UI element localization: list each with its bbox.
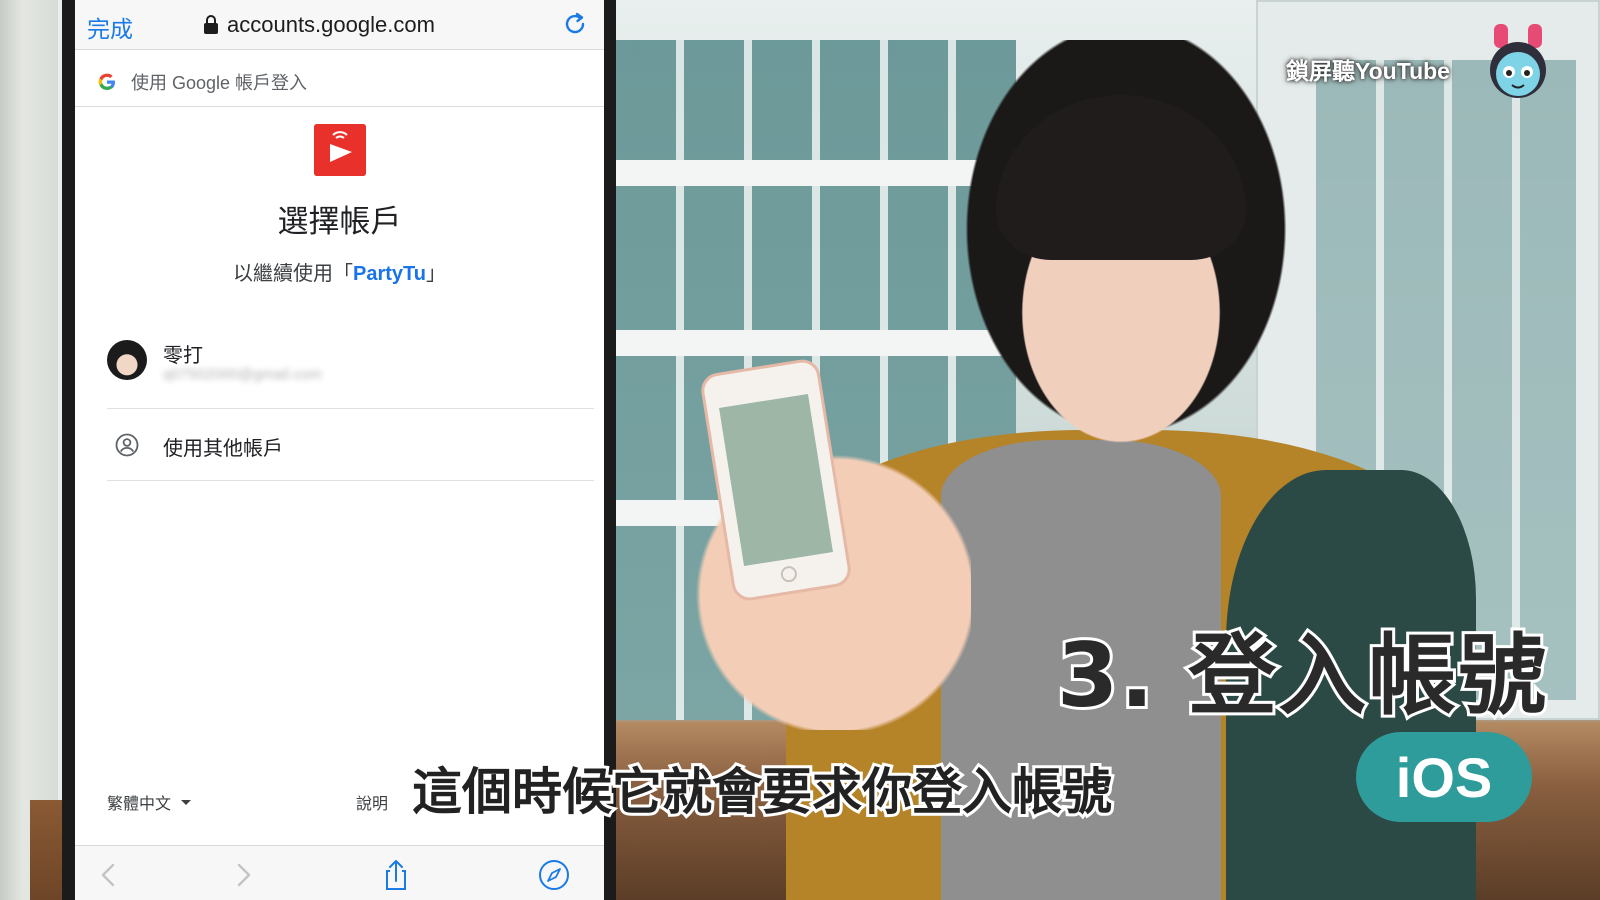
safari-address-bar: 完成 accounts.google.com [75, 0, 604, 50]
caption-subtitle: 這個時候它就會要求你登入帳號 [409, 760, 1115, 824]
window-post [0, 0, 58, 900]
reload-icon[interactable] [562, 11, 588, 37]
safari-toolbar [75, 845, 604, 900]
held-iphone-screen [719, 393, 833, 567]
channel-tag: 鎖屏聽YouTube [1286, 58, 1450, 84]
compass-icon[interactable] [538, 859, 570, 891]
url-field[interactable]: accounts.google.com [203, 10, 435, 40]
lock-icon [204, 15, 218, 34]
app-name-link[interactable]: PartyTu [353, 263, 426, 285]
person-circle-icon [115, 433, 139, 457]
avatar [107, 340, 147, 380]
home-button [779, 564, 799, 584]
continue-prefix: 以繼續使用「 [233, 263, 353, 285]
done-button[interactable]: 完成 [87, 10, 133, 44]
google-signin-header: 使用 Google 帳戶登入 [75, 57, 604, 107]
share-icon[interactable] [380, 859, 412, 891]
ios-badge: iOS [1356, 732, 1532, 822]
language-select[interactable]: 繁體中文 [107, 790, 192, 814]
step-title: 3. 登入帳號 [1054, 621, 1549, 730]
caret-down-icon [181, 799, 192, 805]
continue-suffix: 」 [425, 263, 446, 285]
continue-to-app-text: 以繼續使用「PartyTu」 [75, 257, 604, 286]
back-icon[interactable] [93, 859, 125, 891]
use-another-account-label: 使用其他帳戶 [163, 438, 283, 460]
choose-account-title: 選擇帳戶 [277, 204, 402, 239]
mascot-icon [1490, 24, 1546, 98]
language-label: 繁體中文 [107, 796, 172, 813]
account-email: q07502000@gmail.com [163, 366, 322, 383]
use-another-account-option[interactable]: 使用其他帳戶 [107, 409, 594, 481]
account-name: 零打 [163, 345, 203, 367]
partytu-app-logo [314, 124, 366, 176]
help-link[interactable]: 說明 [356, 790, 388, 814]
google-signin-header-text: 使用 Google 帳戶登入 [131, 72, 308, 93]
google-logo-icon [98, 73, 115, 90]
forward-icon[interactable] [227, 859, 259, 891]
url-text: accounts.google.com [227, 12, 435, 37]
account-option[interactable]: 零打 q07502000@gmail.com [107, 325, 594, 409]
